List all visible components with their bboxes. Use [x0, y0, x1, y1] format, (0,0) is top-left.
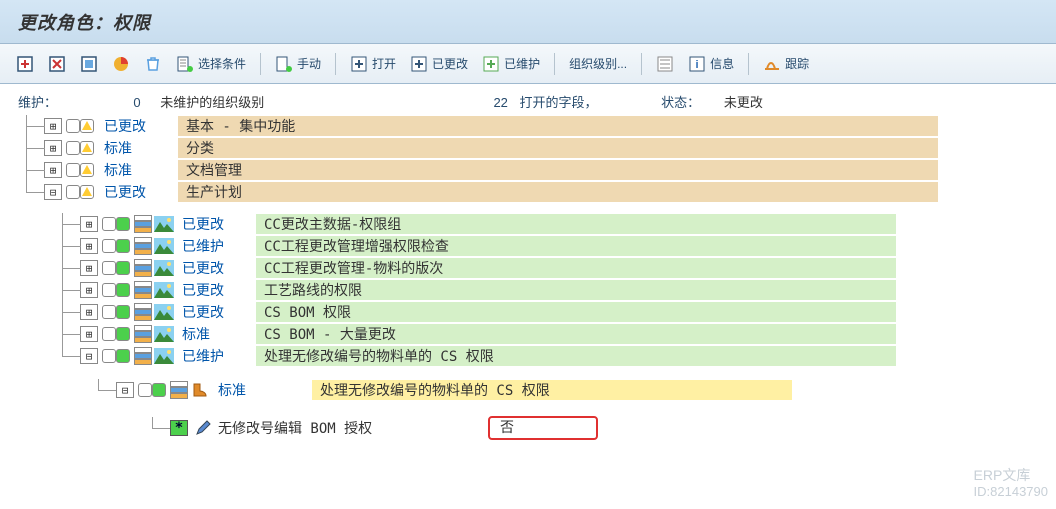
- tree-node-obj[interactable]: ⊞ 已更改 CC更改主数据-权限组: [8, 213, 1056, 235]
- status-lights-icon: [102, 283, 130, 297]
- tree-node-top[interactable]: ⊞ 标准 文档管理: [8, 159, 1056, 181]
- auth-field-row: * 无修改号编辑 BOM 授权 否: [8, 415, 1056, 441]
- field-status-icon: *: [170, 420, 188, 436]
- tree-node-top[interactable]: ⊞ 标准 分类: [8, 137, 1056, 159]
- field-label: 无修改号编辑 BOM 授权: [218, 418, 478, 438]
- tree-expander[interactable]: ⊞: [80, 282, 98, 298]
- tree-node-obj[interactable]: ⊞ 已更改 工艺路线的权限: [8, 279, 1056, 301]
- app-toolbar: 选择条件 手动 打开 已更改 已维护 组织级别... i信息 跟踪: [0, 44, 1056, 84]
- svg-text:i: i: [696, 59, 699, 71]
- mountain-icon: [154, 238, 174, 254]
- status-lights-icon: [66, 141, 94, 155]
- delete-icon[interactable]: [138, 51, 168, 77]
- tree-expander[interactable]: ⊞: [44, 140, 62, 156]
- watermark: ERP文库 ID:82143790: [974, 466, 1048, 501]
- changed-button[interactable]: 已更改: [404, 51, 474, 77]
- stack-icon: [134, 303, 152, 321]
- boot-icon: [190, 382, 210, 398]
- icon-btn-3[interactable]: [74, 51, 104, 77]
- stack-icon: [134, 215, 152, 233]
- icon-btn-2[interactable]: [42, 51, 72, 77]
- status-lights-icon: [102, 305, 130, 319]
- tree-node-obj[interactable]: ⊟ 已维护 处理无修改编号的物料单的 CS 权限: [8, 345, 1056, 367]
- list-icon[interactable]: [650, 51, 680, 77]
- tree-node-obj[interactable]: ⊞ 已更改 CC工程更改管理-物料的版次: [8, 257, 1056, 279]
- status-lights-icon: [102, 349, 130, 363]
- status-lights-icon: [102, 217, 130, 231]
- tree-node-obj[interactable]: ⊞ 已更改 CS BOM 权限: [8, 301, 1056, 323]
- mountain-icon: [154, 282, 174, 298]
- status-lights-icon: [102, 327, 130, 341]
- stack-icon: [134, 281, 152, 299]
- page-title: 更改角色：权限: [0, 0, 1056, 44]
- icon-btn-1[interactable]: [10, 51, 40, 77]
- status-lights-icon: [66, 119, 94, 133]
- tree-node-auth[interactable]: ⊟ 标准 处理无修改编号的物料单的 CS 权限: [8, 379, 1056, 401]
- tree-expander[interactable]: ⊞: [80, 238, 98, 254]
- mountain-icon: [154, 216, 174, 232]
- tree-node-obj[interactable]: ⊞ 标准 CS BOM - 大量更改: [8, 323, 1056, 345]
- tree-expander[interactable]: ⊞: [80, 326, 98, 342]
- tree-expander[interactable]: ⊞: [80, 216, 98, 232]
- mountain-icon: [154, 304, 174, 320]
- trace-button[interactable]: 跟踪: [757, 51, 815, 77]
- tree-expander[interactable]: ⊟: [80, 348, 98, 364]
- field-value[interactable]: 否: [488, 416, 598, 440]
- stack-icon: [170, 381, 188, 399]
- org-level-button[interactable]: 组织级别...: [563, 51, 633, 77]
- mountain-icon: [154, 348, 174, 364]
- info-button[interactable]: i信息: [682, 51, 740, 77]
- open-button[interactable]: 打开: [344, 51, 402, 77]
- status-lights-icon: [102, 239, 130, 253]
- tree-expander[interactable]: ⊞: [80, 260, 98, 276]
- stack-icon: [134, 347, 152, 365]
- tree-node-top[interactable]: ⊟ 已更改 生产计划: [8, 181, 1056, 203]
- pencil-icon[interactable]: [194, 419, 212, 437]
- auth-tree: ⊞ 已更改 基本 - 集中功能 ⊞ 标准 分类 ⊞ 标准 文档管理 ⊟ 已更改 …: [8, 115, 1056, 441]
- tree-expander[interactable]: ⊞: [44, 162, 62, 178]
- status-lights-icon: [138, 383, 166, 397]
- manual-button[interactable]: 手动: [269, 51, 327, 77]
- tree-expander[interactable]: ⊟: [116, 382, 134, 398]
- mountain-icon: [154, 260, 174, 276]
- status-lights-icon: [66, 185, 94, 199]
- status-lights-icon: [66, 163, 94, 177]
- tree-expander[interactable]: ⊞: [80, 304, 98, 320]
- select-cond-button[interactable]: 选择条件: [170, 51, 252, 77]
- mountain-icon: [154, 326, 174, 342]
- stack-icon: [134, 237, 152, 255]
- tree-expander[interactable]: ⊟: [44, 184, 62, 200]
- pie-icon[interactable]: [106, 51, 136, 77]
- tree-expander[interactable]: ⊞: [44, 118, 62, 134]
- maintained-button[interactable]: 已维护: [476, 51, 546, 77]
- tree-node-top[interactable]: ⊞ 已更改 基本 - 集中功能: [8, 115, 1056, 137]
- tree-node-obj[interactable]: ⊞ 已维护 CC工程更改管理增强权限检查: [8, 235, 1056, 257]
- status-line: 维护： 0 未维护的组织级别 22 打开的字段， 状态： 未更改: [18, 92, 1056, 111]
- stack-icon: [134, 325, 152, 343]
- stack-icon: [134, 259, 152, 277]
- status-lights-icon: [102, 261, 130, 275]
